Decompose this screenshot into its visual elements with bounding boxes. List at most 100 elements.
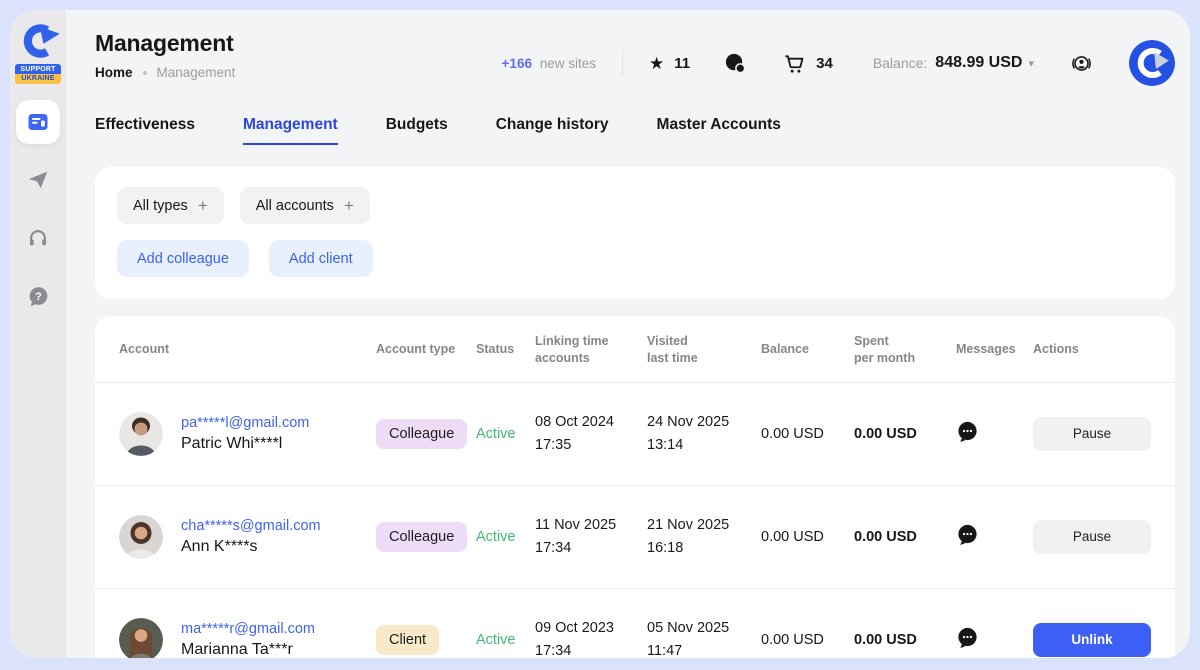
header-right: +166 new sites ★ 11 — [502, 40, 1175, 86]
star-icon: ★ — [649, 55, 664, 72]
sidebar-item-news[interactable] — [16, 100, 60, 144]
main-content: Management Home Management +166 new site… — [66, 10, 1190, 658]
cart-counter[interactable]: 34 — [783, 52, 833, 75]
chat-notification-icon — [724, 52, 747, 75]
col-balance: Balance — [761, 341, 854, 358]
status-badge: Active — [476, 426, 535, 442]
new-sites-label: new sites — [540, 56, 596, 71]
linking-time: 08 Oct 202417:35 — [535, 411, 647, 456]
add-colleague-button[interactable]: Add colleague — [117, 240, 249, 277]
account-cell: ma*****r@gmail.com Marianna Ta***r — [119, 618, 376, 658]
tab-bar: Effectiveness Management Budgets Change … — [95, 116, 1175, 145]
add-buttons: Add colleague Add client — [117, 240, 1153, 277]
paper-plane-icon — [27, 169, 49, 191]
linking-time: 11 Nov 202517:34 — [535, 514, 647, 559]
filter-all-types[interactable]: All types + — [117, 187, 224, 224]
new-sites-count: +166 — [502, 56, 532, 71]
header-left: Management Home Management — [95, 30, 235, 80]
cart-count: 34 — [816, 55, 833, 72]
account-name: Ann K****s — [181, 538, 321, 556]
svg-text:?: ? — [35, 290, 42, 302]
accounts-table: Account Account type Status Linking time… — [95, 316, 1175, 658]
col-spent: Spentper month — [854, 333, 956, 367]
message-icon[interactable] — [956, 626, 979, 649]
balance-dropdown[interactable]: Balance: 848.99 USD ▾ — [873, 54, 1034, 72]
breadcrumb-home[interactable]: Home — [95, 65, 133, 80]
sidebar-item-help[interactable]: ? — [16, 274, 60, 318]
col-visited: Visitedlast time — [647, 333, 761, 367]
tab-effectiveness[interactable]: Effectiveness — [95, 116, 195, 145]
account-identity: ma*****r@gmail.com Marianna Ta***r — [181, 621, 315, 658]
account-cell: cha*****s@gmail.com Ann K****s — [119, 515, 376, 559]
sidebar: SUPPORT UKRAINE — [10, 10, 66, 658]
status-badge: Active — [476, 632, 535, 648]
table-row: cha*****s@gmail.com Ann K****s Colleague… — [95, 485, 1175, 588]
table-row: ma*****r@gmail.com Marianna Ta***r Clien… — [95, 588, 1175, 658]
announcements-button[interactable] — [1070, 52, 1093, 75]
col-account: Account — [119, 341, 376, 358]
account-identity: cha*****s@gmail.com Ann K****s — [181, 518, 321, 556]
account-name: Patric Whi****l — [181, 435, 309, 453]
account-avatar[interactable] — [1129, 40, 1175, 86]
breadcrumb-current: Management — [157, 65, 236, 80]
col-account-type: Account type — [376, 341, 476, 358]
filter-all-types-label: All types — [133, 198, 188, 214]
plus-icon: + — [198, 196, 208, 216]
page-header: Management Home Management +166 new site… — [95, 10, 1175, 86]
filter-chips: All types + All accounts + — [117, 187, 1153, 224]
header-divider — [622, 49, 623, 77]
balance-cell: 0.00 USD — [761, 529, 854, 545]
filter-all-accounts[interactable]: All accounts + — [240, 187, 370, 224]
account-type-badge: Client — [376, 625, 439, 655]
unlink-button[interactable]: Unlink — [1033, 623, 1151, 657]
sidebar-item-support[interactable] — [16, 216, 60, 260]
balance-value: 848.99 USD — [935, 54, 1022, 72]
messages-counter[interactable] — [724, 52, 747, 75]
account-identity: pa*****l@gmail.com Patric Whi****l — [181, 415, 309, 453]
account-email[interactable]: cha*****s@gmail.com — [181, 518, 321, 534]
headphones-icon — [27, 227, 49, 249]
favorites-counter[interactable]: ★ 11 — [649, 55, 690, 72]
pause-button[interactable]: Pause — [1033, 520, 1151, 554]
avatar — [119, 515, 163, 559]
new-sites-link[interactable]: +166 new sites — [502, 56, 596, 71]
favorites-count: 11 — [674, 55, 690, 72]
pause-button[interactable]: Pause — [1033, 417, 1151, 451]
support-ukraine-line1: SUPPORT — [15, 64, 61, 74]
balance-cell: 0.00 USD — [761, 426, 854, 442]
page-title: Management — [95, 30, 235, 57]
col-status: Status — [476, 341, 535, 358]
visited-time: 21 Nov 202516:18 — [647, 514, 761, 559]
app-logo-icon[interactable] — [16, 22, 60, 60]
account-email[interactable]: ma*****r@gmail.com — [181, 621, 315, 637]
account-email[interactable]: pa*****l@gmail.com — [181, 415, 309, 431]
tab-budgets[interactable]: Budgets — [386, 116, 448, 145]
balance-label: Balance: — [873, 55, 927, 71]
account-type-badge: Colleague — [376, 522, 467, 552]
col-linking-time: Linking timeaccounts — [535, 333, 647, 367]
spent-cell: 0.00 USD — [854, 632, 956, 648]
chevron-down-icon: ▾ — [1028, 57, 1034, 70]
plus-icon: + — [344, 196, 354, 216]
tab-change-history[interactable]: Change history — [496, 116, 609, 145]
tab-master-accounts[interactable]: Master Accounts — [657, 116, 781, 145]
message-icon[interactable] — [956, 523, 979, 546]
tab-management[interactable]: Management — [243, 116, 338, 145]
spent-cell: 0.00 USD — [854, 426, 956, 442]
col-messages: Messages — [956, 341, 1033, 358]
message-icon[interactable] — [956, 420, 979, 443]
filters-card: All types + All accounts + Add colleague… — [95, 167, 1175, 299]
support-ukraine-line2: UKRAINE — [15, 74, 61, 84]
visited-time: 24 Nov 202513:14 — [647, 411, 761, 456]
add-client-button[interactable]: Add client — [269, 240, 373, 277]
support-ukraine-badge: SUPPORT UKRAINE — [15, 64, 61, 84]
avatar — [119, 618, 163, 658]
sidebar-item-telegram[interactable] — [16, 158, 60, 202]
question-bubble-icon: ? — [27, 285, 50, 308]
news-icon — [26, 110, 50, 134]
spent-cell: 0.00 USD — [854, 529, 956, 545]
account-cell: pa*****l@gmail.com Patric Whi****l — [119, 412, 376, 456]
account-type-badge: Colleague — [376, 419, 467, 449]
balance-cell: 0.00 USD — [761, 632, 854, 648]
sidebar-nav: ? — [16, 100, 60, 318]
